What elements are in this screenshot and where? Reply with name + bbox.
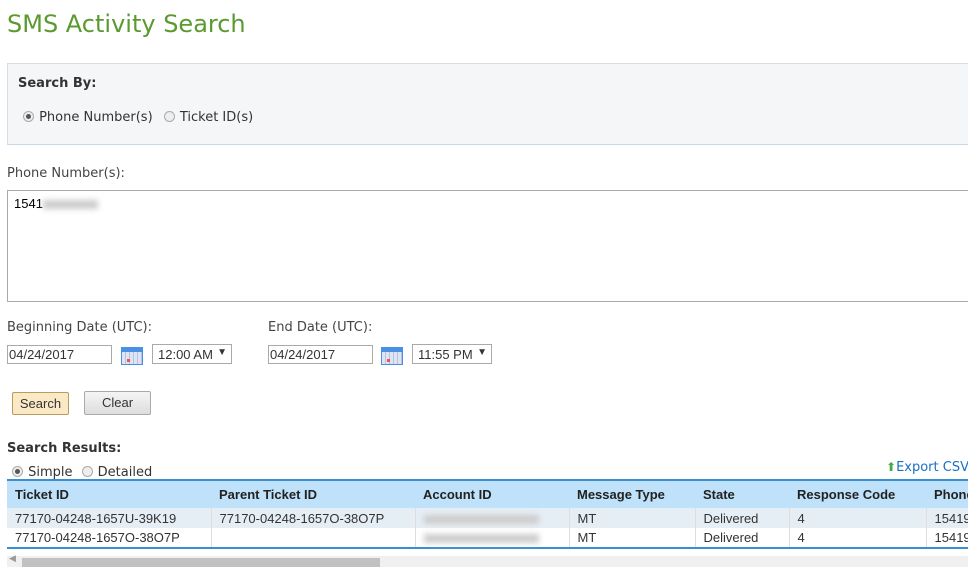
- phone-input[interactable]: 1541: [7, 190, 968, 302]
- results-label: Search Results:: [7, 441, 122, 456]
- state: Delivered: [695, 508, 790, 528]
- account-id: [415, 528, 570, 549]
- dropdown-arrow-icon: ▼: [477, 347, 487, 358]
- response-code: 4: [789, 508, 927, 528]
- message-type: MT: [569, 508, 696, 528]
- col-account-id[interactable]: Account ID: [415, 479, 569, 508]
- redacted-account: [423, 534, 539, 544]
- ticket-radio[interactable]: [163, 111, 175, 122]
- search-by-panel: Search By: Phone Number(s) Ticket ID(s): [7, 63, 968, 145]
- begin-date-input[interactable]: 04/24/2017: [7, 345, 112, 364]
- search-button[interactable]: Search: [12, 392, 69, 415]
- redacted-phone: [42, 200, 98, 210]
- col-response-code[interactable]: Response Code: [789, 479, 926, 508]
- parent-ticket-id: 77170-04248-1657O-38O7P: [211, 508, 416, 528]
- search-by-label: Search By:: [18, 76, 97, 91]
- end-time-value: 11:55 PM: [418, 347, 473, 362]
- col-phone[interactable]: Phone: [926, 479, 968, 508]
- begin-time-value: 12:00 AM: [158, 347, 213, 362]
- phone: 15419: [926, 528, 968, 549]
- message-type: MT: [569, 528, 696, 549]
- col-state[interactable]: State: [695, 479, 789, 508]
- table-header: Ticket ID Parent Ticket ID Account ID Me…: [7, 479, 968, 508]
- table-row[interactable]: 77170-04248-1657U-39K19 77170-04248-1657…: [7, 508, 968, 528]
- detailed-label[interactable]: Detailed: [98, 465, 153, 480]
- simple-label[interactable]: Simple: [28, 465, 72, 480]
- scrollbar-thumb[interactable]: [22, 558, 380, 567]
- end-date-label: End Date (UTC):: [268, 320, 373, 335]
- view-options: Simple Detailed: [12, 461, 152, 480]
- phone-radio[interactable]: [23, 111, 34, 122]
- phone-value: 1541: [14, 196, 43, 211]
- col-ticket-id[interactable]: Ticket ID: [7, 479, 211, 508]
- scroll-left-icon[interactable]: ◀: [9, 554, 16, 564]
- detailed-radio[interactable]: [81, 466, 93, 477]
- horizontal-scrollbar[interactable]: ◀: [7, 554, 968, 567]
- export-csv-link[interactable]: ⬆Export CSV: [886, 460, 968, 475]
- phone-radio-label[interactable]: Phone Number(s): [39, 110, 153, 125]
- ticket-radio-label[interactable]: Ticket ID(s): [180, 110, 253, 125]
- export-icon: ⬆: [886, 460, 897, 474]
- response-code: 4: [789, 528, 927, 549]
- page-title: SMS Activity Search: [7, 10, 246, 38]
- ticket-id: 77170-04248-1657O-38O7P: [7, 528, 212, 549]
- results-table: Ticket ID Parent Ticket ID Account ID Me…: [7, 479, 968, 549]
- export-label: Export CSV: [896, 460, 968, 475]
- table-row[interactable]: 77170-04248-1657O-38O7P MT Delivered 4 1…: [7, 528, 968, 549]
- begin-time-select[interactable]: 12:00 AM ▼: [152, 344, 232, 364]
- end-date-input[interactable]: 04/24/2017: [268, 345, 373, 364]
- clear-button[interactable]: Clear: [84, 391, 151, 415]
- calendar-icon[interactable]: [121, 347, 143, 365]
- simple-radio[interactable]: [12, 466, 23, 477]
- col-parent-ticket-id[interactable]: Parent Ticket ID: [211, 479, 415, 508]
- account-id: [415, 508, 570, 528]
- phone-label: Phone Number(s):: [7, 166, 125, 181]
- search-by-options: Phone Number(s) Ticket ID(s): [23, 106, 253, 125]
- dropdown-arrow-icon: ▼: [217, 347, 227, 358]
- end-time-select[interactable]: 11:55 PM ▼: [412, 344, 492, 364]
- parent-ticket-id: [211, 528, 416, 549]
- ticket-id: 77170-04248-1657U-39K19: [7, 508, 212, 528]
- begin-date-label: Beginning Date (UTC):: [7, 320, 152, 335]
- calendar-icon[interactable]: [381, 347, 403, 365]
- redacted-account: [423, 514, 539, 524]
- state: Delivered: [695, 528, 790, 549]
- col-message-type[interactable]: Message Type: [569, 479, 695, 508]
- phone: 15419: [926, 508, 968, 528]
